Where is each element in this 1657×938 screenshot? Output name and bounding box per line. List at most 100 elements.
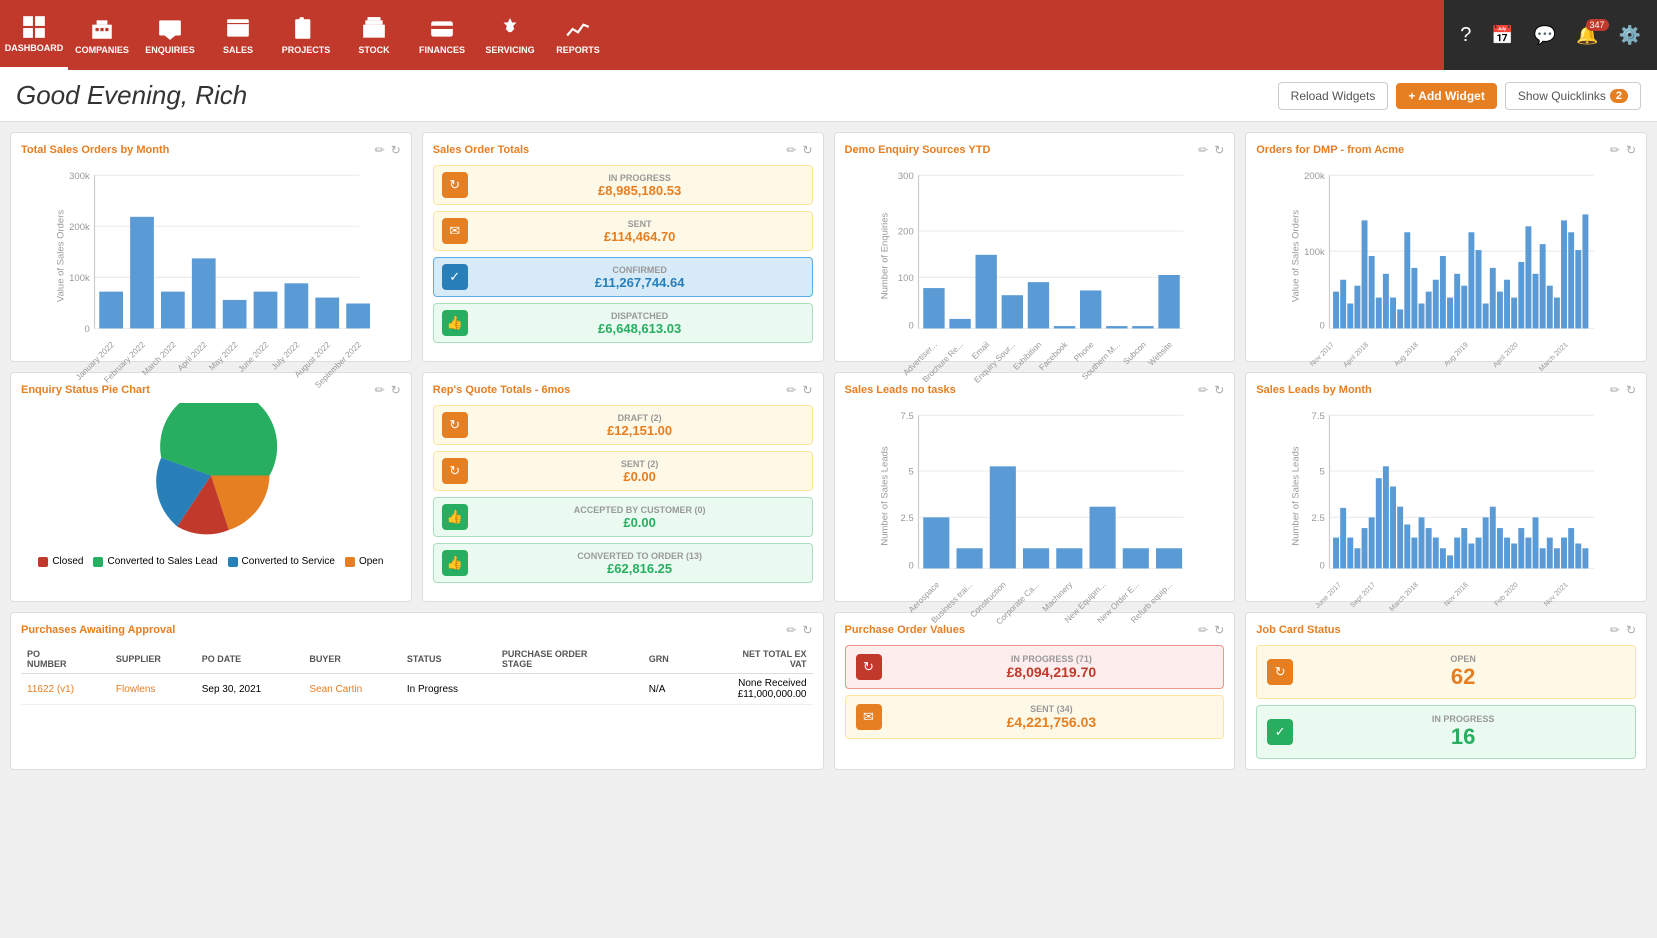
svg-text:100: 100 bbox=[897, 273, 913, 284]
edit-icon-de[interactable]: ✏ bbox=[1198, 143, 1208, 157]
widget-title-jcs: Job Card Status bbox=[1256, 624, 1340, 636]
svg-text:April 2020: April 2020 bbox=[1492, 341, 1520, 369]
col-po-number: PONUMBER bbox=[21, 645, 110, 674]
svg-text:100k: 100k bbox=[69, 273, 90, 284]
widget-orders-dmp: Orders for DMP - from Acme ✏ ↻ 200k 100k… bbox=[1245, 132, 1647, 362]
refresh-icon-slnt[interactable]: ↻ bbox=[1214, 383, 1224, 397]
nav-reports[interactable]: REPORTS bbox=[544, 0, 612, 70]
svg-text:Value of Sales Orders: Value of Sales Orders bbox=[56, 210, 67, 302]
svg-text:2.5: 2.5 bbox=[900, 513, 913, 524]
svg-text:Aug 2019: Aug 2019 bbox=[1443, 341, 1470, 368]
show-quicklinks-button[interactable]: Show Quicklinks 2 bbox=[1505, 82, 1641, 110]
edit-icon-sot[interactable]: ✏ bbox=[786, 143, 796, 157]
edit-icon-slnt[interactable]: ✏ bbox=[1198, 383, 1208, 397]
svg-text:0: 0 bbox=[84, 324, 89, 335]
refresh-icon-de[interactable]: ↻ bbox=[1214, 143, 1224, 157]
settings-icon[interactable]: ⚙️ bbox=[1619, 25, 1641, 46]
widget-purchase-order-values: Purchase Order Values ✏ ↻ ↻ IN PROGRESS … bbox=[834, 612, 1236, 770]
calendar-icon[interactable]: 📅 bbox=[1491, 25, 1513, 46]
rq-draft[interactable]: ↻ DRAFT (2) £12,151.00 bbox=[433, 405, 813, 445]
jcs-open[interactable]: ↻ OPEN 62 bbox=[1256, 645, 1636, 699]
rq-converted[interactable]: 👍 CONVERTED TO ORDER (13) £62,816.25 bbox=[433, 543, 813, 583]
rq-accepted[interactable]: 👍 ACCEPTED BY CUSTOMER (0) £0.00 bbox=[433, 497, 813, 537]
svg-text:200: 200 bbox=[897, 227, 913, 238]
svg-text:Nov 2017: Nov 2017 bbox=[1309, 341, 1336, 368]
nav-companies[interactable]: COMPANIES bbox=[68, 0, 136, 70]
col-buyer: BUYER bbox=[303, 645, 401, 674]
help-icon[interactable]: ? bbox=[1460, 24, 1471, 47]
refresh-icon-slm[interactable]: ↻ bbox=[1626, 383, 1636, 397]
widget-title-reps-quote: Rep's Quote Totals - 6mos bbox=[433, 384, 571, 396]
refresh-icon-jcs[interactable]: ↻ bbox=[1626, 623, 1636, 637]
svg-text:Email: Email bbox=[969, 339, 991, 361]
widget-title-sl-notasks: Sales Leads no tasks bbox=[845, 384, 956, 396]
svg-text:300k: 300k bbox=[69, 171, 90, 182]
nav-stock[interactable]: STOCK bbox=[340, 0, 408, 70]
edit-icon-dmp[interactable]: ✏ bbox=[1610, 143, 1620, 157]
edit-icon-rq[interactable]: ✏ bbox=[786, 383, 796, 397]
edit-icon-pa[interactable]: ✏ bbox=[786, 623, 796, 637]
svg-text:0: 0 bbox=[1320, 560, 1325, 571]
pov-sent[interactable]: ✉ SENT (34) £4,221,756.03 bbox=[845, 695, 1225, 739]
table-row: 11622 (v1) Flowlens Sep 30, 2021 Sean Ca… bbox=[21, 674, 813, 705]
add-widget-button[interactable]: + Add Widget bbox=[1396, 83, 1496, 109]
svg-text:June 2017: June 2017 bbox=[1314, 581, 1343, 610]
edit-icon-total-sales[interactable]: ✏ bbox=[375, 143, 385, 157]
refresh-icon-pie[interactable]: ↻ bbox=[391, 383, 401, 397]
svg-text:300: 300 bbox=[897, 171, 913, 182]
svg-text:0: 0 bbox=[908, 560, 913, 571]
refresh-icon-dmp[interactable]: ↻ bbox=[1626, 143, 1636, 157]
nav-finances[interactable]: FINANCES bbox=[408, 0, 476, 70]
widget-title-sl-month: Sales Leads by Month bbox=[1256, 384, 1372, 396]
widget-enquiry-pie: Enquiry Status Pie Chart ✏ ↻ bbox=[10, 372, 412, 602]
svg-text:Feb 2020: Feb 2020 bbox=[1493, 581, 1520, 608]
edit-icon-slm[interactable]: ✏ bbox=[1610, 383, 1620, 397]
edit-icon-jcs[interactable]: ✏ bbox=[1610, 623, 1620, 637]
edit-icon-pie[interactable]: ✏ bbox=[375, 383, 385, 397]
svg-text:200k: 200k bbox=[69, 222, 90, 233]
nav-sales[interactable]: SALES bbox=[204, 0, 272, 70]
jcs-in-progress[interactable]: ✓ IN PROGRESS 16 bbox=[1256, 705, 1636, 759]
status-card-confirmed[interactable]: ✓ CONFIRMED £11,267,744.64 bbox=[433, 257, 813, 297]
widget-title-pov: Purchase Order Values bbox=[845, 624, 965, 636]
svg-text:June 2022: June 2022 bbox=[236, 339, 271, 374]
legend-closed: Closed bbox=[38, 556, 83, 567]
nav-projects[interactable]: PROJECTS bbox=[272, 0, 340, 70]
col-status: STATUS bbox=[401, 645, 496, 674]
nav-servicing[interactable]: SERVICING bbox=[476, 0, 544, 70]
dashboard-grid: Total Sales Orders by Month ✏ ↻ 300k 200… bbox=[0, 122, 1657, 780]
svg-text:Nov 2018: Nov 2018 bbox=[1443, 581, 1470, 608]
legend-open: Open bbox=[345, 556, 383, 567]
widget-total-sales-orders: Total Sales Orders by Month ✏ ↻ 300k 200… bbox=[10, 132, 412, 362]
widget-job-card-status: Job Card Status ✏ ↻ ↻ OPEN 62 ✓ IN PROGR… bbox=[1245, 612, 1647, 770]
status-card-dispatched[interactable]: 👍 DISPATCHED £6,648,613.03 bbox=[433, 303, 813, 343]
refresh-icon-rq[interactable]: ↻ bbox=[802, 383, 812, 397]
svg-text:2.5: 2.5 bbox=[1312, 513, 1325, 524]
refresh-icon-pov[interactable]: ↻ bbox=[1214, 623, 1224, 637]
nav-enquiries[interactable]: ENQUIRIES bbox=[136, 0, 204, 70]
refresh-icon-total-sales[interactable]: ↻ bbox=[391, 143, 401, 157]
refresh-icon-sot[interactable]: ↻ bbox=[802, 143, 812, 157]
top-nav: DASHBOARD COMPANIES ENQUIRIES SALES PROJ… bbox=[0, 0, 1657, 70]
edit-icon-pov[interactable]: ✏ bbox=[1198, 623, 1208, 637]
page-header: Good Evening, Rich Reload Widgets + Add … bbox=[0, 70, 1657, 122]
svg-text:Number of Sales Leads: Number of Sales Leads bbox=[1291, 446, 1302, 546]
chat-icon[interactable]: 💬 bbox=[1534, 25, 1556, 46]
widget-title-demo-enquiry: Demo Enquiry Sources YTD bbox=[845, 144, 991, 156]
status-card-in-progress[interactable]: ↻ IN PROGRESS £8,985,180.53 bbox=[433, 165, 813, 205]
svg-text:Nov 2021: Nov 2021 bbox=[1543, 581, 1570, 608]
widget-sales-order-totals: Sales Order Totals ✏ ↻ ↻ IN PROGRESS £8,… bbox=[422, 132, 824, 362]
nav-dashboard[interactable]: DASHBOARD bbox=[0, 0, 68, 70]
pov-in-progress[interactable]: ↻ IN PROGRESS (71) £8,094,219.70 bbox=[845, 645, 1225, 689]
svg-text:5: 5 bbox=[908, 467, 913, 478]
status-card-sent[interactable]: ✉ SENT £114,464.70 bbox=[433, 211, 813, 251]
refresh-icon-pa[interactable]: ↻ bbox=[802, 623, 812, 637]
legend-conv-service: Converted to Service bbox=[228, 556, 335, 567]
reload-widgets-button[interactable]: Reload Widgets bbox=[1278, 82, 1389, 110]
widget-title-pie: Enquiry Status Pie Chart bbox=[21, 384, 150, 396]
quicklinks-badge: 2 bbox=[1610, 89, 1628, 103]
rq-sent[interactable]: ↻ SENT (2) £0.00 bbox=[433, 451, 813, 491]
notifications-icon[interactable]: 🔔 347 bbox=[1576, 25, 1598, 46]
svg-text:100k: 100k bbox=[1304, 247, 1325, 258]
widget-title-sales-order-totals: Sales Order Totals bbox=[433, 144, 529, 156]
